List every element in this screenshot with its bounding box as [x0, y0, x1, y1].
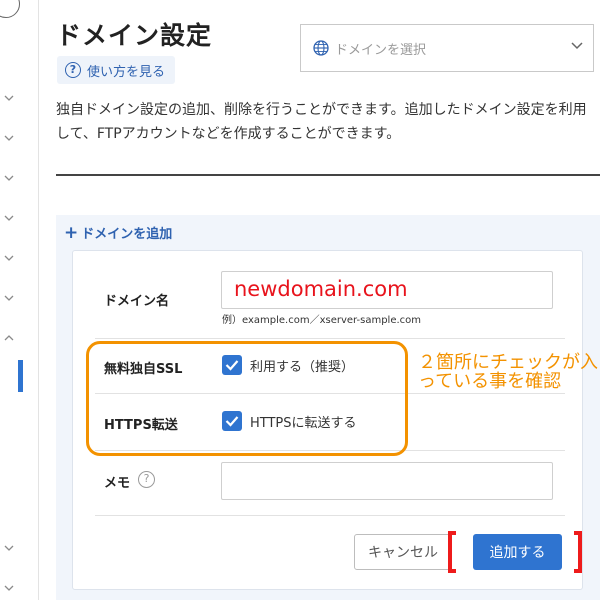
- annotation-bracket-left: [448, 531, 456, 573]
- page-title: ドメイン設定: [56, 21, 213, 50]
- chevron-down-icon: [571, 42, 583, 50]
- memo-help-icon[interactable]: ?: [138, 471, 155, 488]
- chevron-down-icon[interactable]: [4, 583, 14, 593]
- chevron-down-icon[interactable]: [4, 253, 14, 263]
- memo-label: メモ: [104, 476, 131, 491]
- annotation-bracket-right: [574, 531, 582, 573]
- help-label: 使い方を見る: [87, 64, 166, 80]
- plus-icon: +: [64, 222, 79, 243]
- chevron-down-icon[interactable]: [4, 293, 14, 303]
- divider: [56, 174, 600, 176]
- question-icon: ?: [65, 62, 81, 78]
- domain-name-value: newdomain.com: [234, 277, 408, 301]
- add-domain-link[interactable]: + ドメインを追加: [64, 223, 172, 242]
- add-domain-label: ドメインを追加: [81, 227, 173, 242]
- annotation-note: ２箇所にチェックが入っている事を確認: [418, 352, 598, 392]
- chevron-down-icon[interactable]: [4, 133, 14, 143]
- row-divider: [95, 338, 565, 339]
- memo-input[interactable]: [221, 462, 553, 500]
- domain-select-placeholder: ドメインを選択: [335, 42, 427, 58]
- chevron-up-icon[interactable]: [4, 333, 14, 343]
- chevron-down-icon[interactable]: [4, 543, 14, 553]
- chevron-down-icon[interactable]: [4, 173, 14, 183]
- annotation-highlight-box: [86, 341, 408, 456]
- help-button[interactable]: ? 使い方を見る: [57, 56, 176, 84]
- sidebar-top-icon[interactable]: [0, 0, 20, 18]
- page-description: 独自ドメイン設定の追加、削除を行うことができます。追加したドメイン設定を利用して…: [56, 102, 587, 142]
- chevron-down-icon[interactable]: [4, 93, 14, 103]
- sidebar: [0, 0, 39, 600]
- globe-icon: [313, 40, 329, 56]
- chevron-down-icon[interactable]: [4, 213, 14, 223]
- domain-example-hint: 例）example.com／xserver-sample.com: [222, 315, 422, 326]
- sidebar-active-indicator: [18, 360, 23, 392]
- cancel-button[interactable]: キャンセル: [354, 534, 452, 570]
- submit-add-button[interactable]: 追加する: [473, 534, 562, 570]
- domain-select[interactable]: ドメインを選択: [300, 24, 594, 72]
- row-divider: [95, 515, 565, 516]
- domain-name-label: ドメイン名: [104, 294, 170, 309]
